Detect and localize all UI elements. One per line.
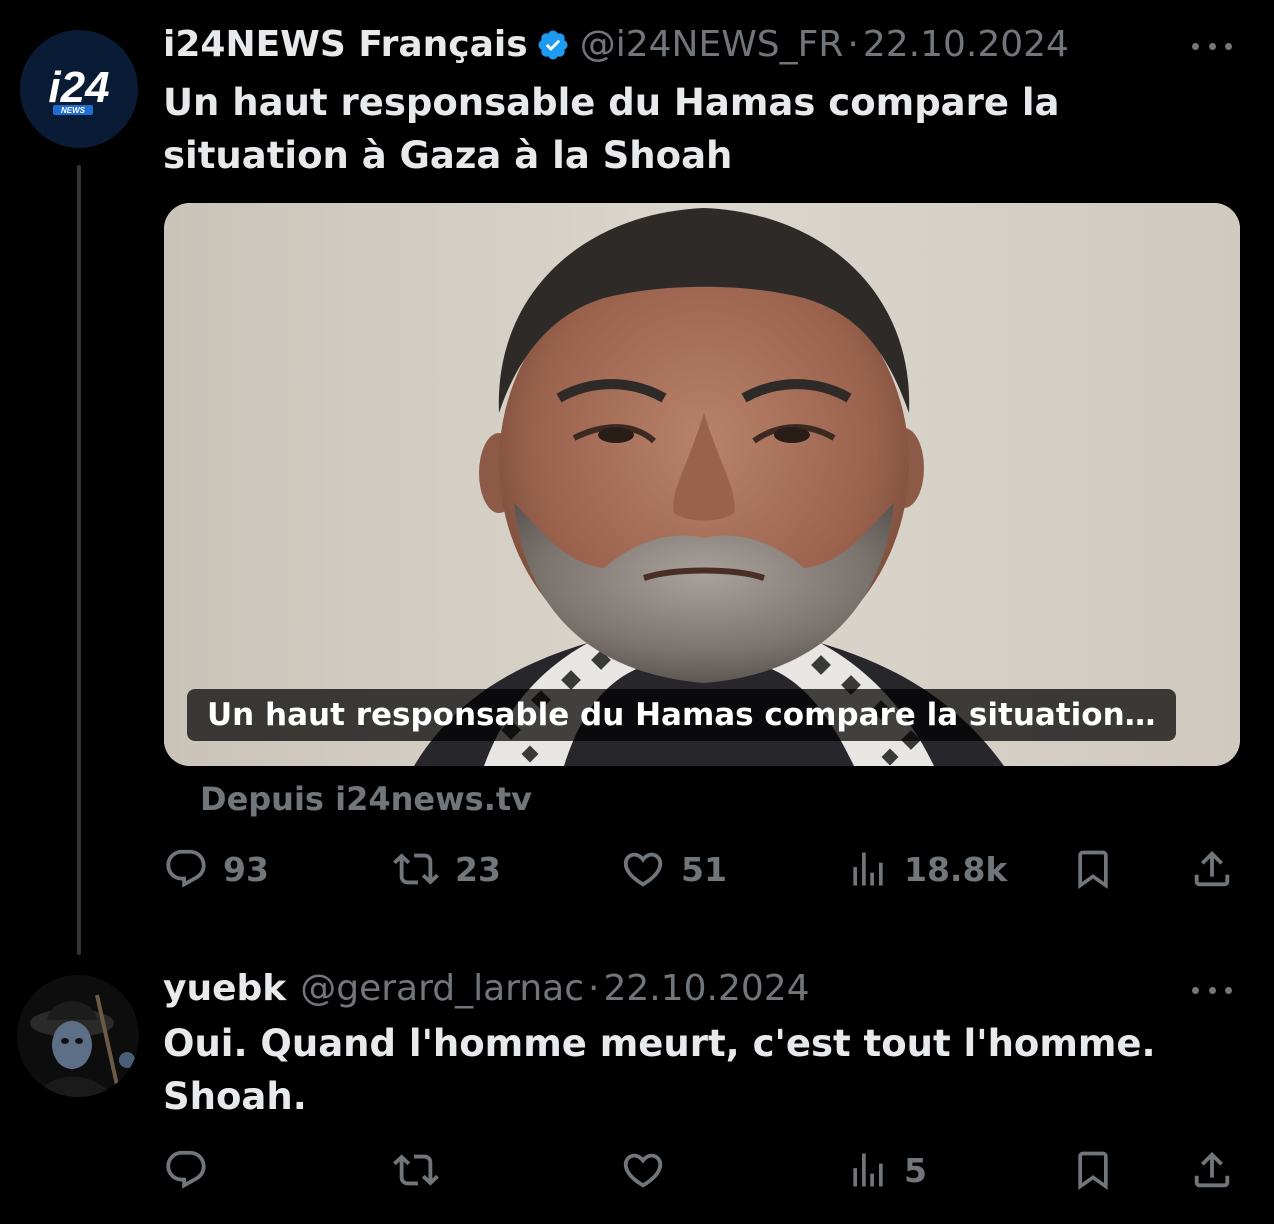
more-icon[interactable] — [1192, 36, 1232, 56]
views-icon — [853, 1153, 883, 1187]
reply-button[interactable] — [163, 1145, 223, 1195]
views-button[interactable]: 5 — [846, 1145, 927, 1195]
separator-dot: · — [847, 24, 859, 65]
more-icon[interactable] — [1192, 980, 1232, 1000]
timestamp[interactable]: 22.10.2024 — [863, 23, 1069, 67]
tweet-yuebk[interactable]: yuebk @gerard_larnac · 22.10.2024 Oui. Q… — [0, 955, 1274, 1224]
tweet-i24news[interactable]: i24 NEWS i24NEWS Français @i24NEWS_FR · … — [0, 0, 1274, 955]
tweet-header: i24NEWS Français @i24NEWS_FR · 22.10.202… — [163, 23, 1069, 67]
reply-icon — [166, 1150, 206, 1189]
repost-icon — [393, 1154, 439, 1186]
reply-count: 93 — [223, 849, 269, 889]
bookmark-icon — [1078, 1151, 1108, 1191]
repost-button[interactable] — [391, 1145, 455, 1195]
views-count: 5 — [904, 1150, 927, 1190]
views-button[interactable]: 18.8k — [846, 844, 1007, 894]
handle[interactable]: @i24NEWS_FR — [580, 23, 844, 67]
bookmark-button[interactable] — [1071, 1145, 1115, 1195]
repost-button[interactable]: 23 — [391, 844, 501, 894]
bookmark-button[interactable] — [1071, 844, 1115, 894]
repost-icon — [393, 853, 439, 885]
views-icon — [853, 852, 883, 886]
display-name[interactable]: i24NEWS Français — [163, 23, 528, 67]
avatar-i24news[interactable]: i24 NEWS — [20, 30, 138, 148]
card-source[interactable]: Depuis i24news.tv — [200, 780, 532, 818]
tweet-text: Oui. Quand l'homme meurt, c'est tout l'h… — [163, 1022, 1156, 1118]
tweet-text: Un haut responsable du Hamas compare la … — [163, 81, 1060, 177]
share-button[interactable] — [1189, 844, 1235, 894]
i24-logo-icon: i24 NEWS — [20, 30, 138, 148]
like-icon — [623, 1153, 663, 1188]
card-photo — [164, 203, 1240, 766]
tweet-header: yuebk @gerard_larnac · 22.10.2024 — [163, 967, 810, 1011]
like-count: 51 — [681, 849, 727, 889]
tweet-actions: 93 23 51 18.8k — [163, 844, 1243, 894]
like-button[interactable]: 51 — [619, 844, 727, 894]
views-count: 18.8k — [904, 849, 1008, 889]
timestamp[interactable]: 22.10.2024 — [603, 967, 809, 1011]
tweet-actions: 5 — [163, 1145, 1243, 1195]
thread-line — [77, 165, 81, 955]
avatar-image — [17, 975, 139, 1097]
share-icon — [1194, 1151, 1230, 1188]
separator-dot: · — [588, 968, 600, 1009]
bookmark-icon — [1078, 850, 1108, 890]
repost-count: 23 — [455, 849, 501, 889]
avatar-logo-text: i24 — [48, 63, 109, 112]
verified-badge-icon — [536, 28, 570, 62]
reply-button[interactable]: 93 — [163, 844, 269, 894]
share-icon — [1194, 850, 1230, 887]
card-caption: Un haut responsable du Hamas compare la … — [187, 689, 1176, 741]
handle[interactable]: @gerard_larnac — [300, 967, 584, 1011]
share-button[interactable] — [1189, 1145, 1235, 1195]
display-name[interactable]: yuebk — [163, 967, 286, 1011]
link-card[interactable]: Un haut responsable du Hamas compare la … — [164, 203, 1240, 766]
like-icon — [623, 852, 663, 887]
reply-icon — [166, 849, 206, 888]
like-button[interactable] — [619, 1145, 681, 1195]
avatar-yuebk[interactable] — [17, 975, 139, 1097]
avatar-logo-subtext: NEWS — [61, 106, 86, 115]
